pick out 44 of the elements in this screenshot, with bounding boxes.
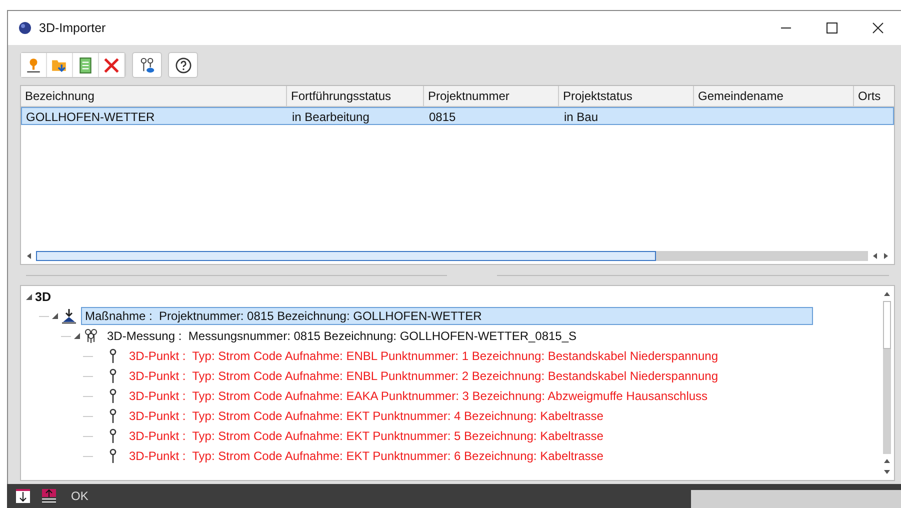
move-up-icon[interactable] <box>41 488 57 504</box>
measurement-view-button[interactable] <box>132 52 162 78</box>
window-title: 3D-Importer <box>39 21 106 35</box>
tree-node[interactable]: 3D-Punkt : Typ: Strom Code Aufnahme: EKT Punktnummer: 6 Bezeichnung: Kabeltrasse <box>125 447 608 465</box>
tree-node[interactable]: 3D-Punkt : Typ: Strom Code Aufnahme: EAKA Punktnummer: 3 Bezeichnung: Abzweigmuffe Hausanschluss <box>125 387 712 405</box>
expanded-triangle-icon[interactable] <box>25 293 33 301</box>
column-header[interactable]: Gemeindename <box>694 86 854 106</box>
help-button[interactable] <box>168 52 198 78</box>
column-header[interactable]: Projektnummer <box>424 86 559 106</box>
scroll-up-icon[interactable] <box>883 457 891 465</box>
tree-node[interactable]: 3D-Punkt : Typ: Strom Code Aufnahme: EKT Punktnummer: 5 Bezeichnung: Kabeltrasse <box>125 427 608 445</box>
scroll-down-icon[interactable] <box>883 468 891 476</box>
table-cell-text: in Bearbeitung <box>291 109 370 124</box>
table-cell-text: 0815 <box>428 109 457 124</box>
column-header[interactable]: Projektstatus <box>559 86 694 106</box>
help-icon <box>174 56 192 74</box>
move-down-icon[interactable] <box>15 488 31 504</box>
pins-icon <box>83 328 99 344</box>
expanded-triangle-icon[interactable] <box>73 332 81 340</box>
scroll-left-icon[interactable] <box>25 252 33 260</box>
scroll-right-icon[interactable] <box>882 252 890 260</box>
scroll-left-icon[interactable] <box>871 252 879 260</box>
column-header[interactable]: Bezeichnung <box>21 86 287 106</box>
cross-icon <box>103 56 120 74</box>
tree-node[interactable]: 3D-Punkt : Typ: Strom Code Aufnahme: EKT Punktnummer: 4 Bezeichnung: Kabeltrasse <box>125 407 608 425</box>
ok-button[interactable]: OK <box>67 489 92 503</box>
pin-icon <box>25 56 42 74</box>
scroll-up-icon[interactable] <box>883 290 891 298</box>
tree-root-label[interactable]: 3D <box>35 290 51 304</box>
table-row[interactable]: GOLLHOFEN-WETTER in Bearbeitung 0815 in Bau <box>21 107 894 125</box>
column-header[interactable]: Orts <box>854 86 894 106</box>
tree-node[interactable]: 3D-Punkt : Typ: Strom Code Aufnahme: ENBL Punktnummer: 2 Bezeichnung: Bestandskabel Niederspannung <box>125 367 722 385</box>
app-globe-icon <box>18 21 32 35</box>
survey-marker-icon <box>61 308 77 324</box>
table-cell-text: GOLLHOFEN-WETTER <box>25 109 156 124</box>
location-pin-button[interactable] <box>21 53 47 77</box>
pins-eye-icon <box>138 56 156 74</box>
tree-node[interactable]: Maßnahme : Projektnummer: 0815 Bezeichnung: GOLLHOFEN-WETTER <box>81 307 813 325</box>
document-icon <box>77 56 94 74</box>
tree-node[interactable]: 3D-Messung : Messungsnummer: 0815 Bezeichnung: GOLLHOFEN-WETTER_0815_S <box>103 327 581 345</box>
table-cell-text: in Bau <box>563 109 600 124</box>
tree-node[interactable]: 3D-Punkt : Typ: Strom Code Aufnahme: ENBL Punktnummer: 1 Bezeichnung: Bestandskabel Niederspannung <box>125 347 722 365</box>
expanded-triangle-icon[interactable] <box>51 312 59 320</box>
column-header[interactable]: Fortführungsstatus <box>287 86 424 106</box>
